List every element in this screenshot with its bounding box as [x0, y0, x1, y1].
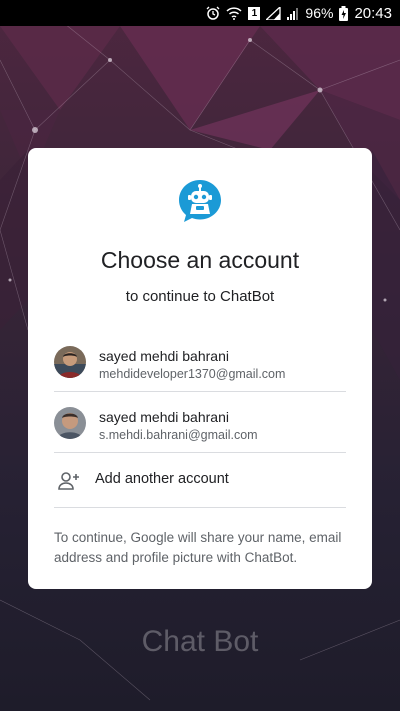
account-chooser-dialog: Choose an account to continue to ChatBot…	[28, 148, 372, 589]
battery-percent: 96%	[305, 5, 334, 21]
wifi-icon	[226, 6, 242, 20]
app-brand-text: Chat Bot	[141, 625, 259, 658]
sim-label: 1	[248, 6, 261, 20]
avatar	[54, 346, 86, 378]
battery-charging-icon	[339, 5, 349, 21]
status-bar: 1 96% 20:43	[0, 0, 400, 26]
avatar	[54, 407, 86, 439]
signal-2-icon	[287, 7, 299, 20]
alarm-icon	[206, 6, 220, 20]
dialog-subtitle: to continue to ChatBot	[125, 288, 275, 305]
clock: 20:43	[354, 4, 392, 22]
account-option-2[interactable]: sayed mehdi bahrani s.mehdi.bahrani@gmai…	[54, 393, 346, 453]
person-add-icon	[58, 471, 80, 491]
signal-1-icon	[266, 6, 282, 20]
add-another-account-button[interactable]: Add another account	[54, 454, 346, 508]
account-email: s.mehdi.bahrani@gmail.com	[99, 428, 258, 442]
add-account-label: Add another account	[95, 471, 229, 487]
privacy-note: To continue, Google will share your name…	[54, 530, 342, 565]
chatbot-robot-icon	[177, 178, 223, 224]
dialog-title: Choose an account	[100, 247, 300, 273]
account-email: mehdideveloper1370@gmail.com	[99, 367, 286, 381]
sim-indicator-icon: 1	[248, 6, 261, 20]
account-name: sayed mehdi bahrani	[99, 348, 229, 364]
account-name: sayed mehdi bahrani	[99, 409, 229, 425]
account-option-1[interactable]: sayed mehdi bahrani mehdideveloper1370@g…	[54, 332, 346, 392]
